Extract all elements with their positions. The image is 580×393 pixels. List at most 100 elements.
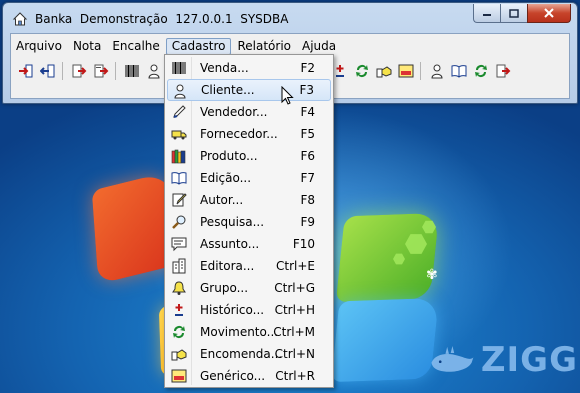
document-export-icon xyxy=(496,64,511,78)
building-icon xyxy=(171,258,187,274)
pencil-doc-icon xyxy=(171,192,187,208)
person-icon xyxy=(172,83,188,99)
title-bar[interactable]: Banka Demonstração 127.0.0.1 SYSDBA xyxy=(3,3,577,33)
speech-bubble-icon xyxy=(171,236,187,252)
mouse-cursor-icon xyxy=(281,86,294,105)
menu-item-autor[interactable]: Autor... F8 xyxy=(167,189,331,211)
windows-logo-blue-pane xyxy=(331,297,439,383)
book-icon xyxy=(451,65,467,78)
plus-minus-icon xyxy=(336,65,344,77)
maximize-button[interactable] xyxy=(500,4,527,23)
books-icon xyxy=(171,148,187,164)
menu-item-cliente[interactable]: Cliente... F3 xyxy=(167,79,331,101)
magnifier-icon xyxy=(171,214,187,230)
butterfly-icon: ✾ xyxy=(426,267,438,283)
menu-cadastro[interactable]: Cadastro xyxy=(165,38,232,55)
close-button[interactable] xyxy=(527,4,571,23)
login-icon xyxy=(19,64,33,78)
menu-item-label: Vendedor... xyxy=(200,105,268,119)
menu-item-assunto[interactable]: Assunto... F10 xyxy=(167,233,331,255)
watermark-text: ZIGG xyxy=(480,340,578,380)
menu-relatorio[interactable]: Relatório xyxy=(232,38,296,55)
window-title: Banka Demonstração 127.0.0.1 SYSDBA xyxy=(35,12,289,26)
home-icon xyxy=(12,12,28,26)
menu-item-shortcut: F2 xyxy=(300,61,315,75)
maximize-icon xyxy=(509,8,519,18)
bell-icon xyxy=(171,280,187,296)
menu-item-shortcut: F3 xyxy=(299,83,314,97)
menu-item-fornecedor[interactable]: Fornecedor... F5 xyxy=(167,123,331,145)
menu-item-vendedor[interactable]: Vendedor... F4 xyxy=(167,101,331,123)
toolbar-cliente-button[interactable] xyxy=(143,61,165,81)
menu-item-grupo[interactable]: Grupo... Ctrl+G xyxy=(167,277,331,299)
gradient-icon xyxy=(171,368,187,384)
menu-nota[interactable]: Nota xyxy=(68,38,106,55)
toolbar-person-button[interactable] xyxy=(426,61,448,81)
person-icon xyxy=(148,64,160,79)
menu-item-shortcut: F4 xyxy=(300,105,315,119)
toolbar-logout-button[interactable] xyxy=(37,61,59,81)
menu-item-label: Pesquisa... xyxy=(200,215,265,229)
gradient-icon xyxy=(398,64,414,78)
menu-item-venda[interactable]: Venda... F2 xyxy=(167,57,331,79)
menu-item-shortcut: Ctrl+R xyxy=(275,369,315,383)
pen-icon xyxy=(171,104,187,120)
menu-item-shortcut: Ctrl+G xyxy=(274,281,315,295)
menu-item-produto[interactable]: Produto... F6 xyxy=(167,145,331,167)
menu-item-edicao[interactable]: Edição... F7 xyxy=(167,167,331,189)
toolbar-generico-button[interactable] xyxy=(395,61,417,81)
toolbar-venda-button[interactable] xyxy=(121,61,143,81)
menu-item-shortcut: Ctrl+N xyxy=(274,347,315,361)
toolbar-login-button[interactable] xyxy=(15,61,37,81)
toolbar-refresh-button[interactable] xyxy=(470,61,492,81)
menu-item-shortcut: Ctrl+E xyxy=(276,259,315,273)
logout-icon xyxy=(40,64,55,78)
person-icon xyxy=(431,64,443,79)
menu-item-shortcut: Ctrl+H xyxy=(274,303,315,317)
caption-buttons xyxy=(473,4,571,23)
menu-encalhe[interactable]: Encalhe xyxy=(107,38,164,55)
menu-item-shortcut: Ctrl+M xyxy=(273,325,315,339)
refresh-icon xyxy=(171,324,187,340)
truck-icon xyxy=(171,126,187,142)
watermark: ZIGG xyxy=(428,340,578,380)
toolbar-export-button[interactable] xyxy=(68,61,90,81)
toolbar-export2-button[interactable] xyxy=(492,61,514,81)
menu-item-label: Movimento... xyxy=(200,325,279,339)
menu-item-historico[interactable]: Histórico... Ctrl+H xyxy=(167,299,331,321)
menu-item-label: Edição... xyxy=(200,171,252,185)
menu-item-pesquisa[interactable]: Pesquisa... F9 xyxy=(167,211,331,233)
menu-item-shortcut: F8 xyxy=(300,193,315,207)
menu-ajuda[interactable]: Ajuda xyxy=(297,38,341,55)
cadastro-dropdown-menu: Venda... F2 Cliente... F3 Vendedor... F4… xyxy=(164,54,334,388)
refresh-icon xyxy=(356,65,368,77)
menu-item-label: Cliente... xyxy=(201,83,255,97)
menu-item-label: Assunto... xyxy=(200,237,260,251)
menu-item-generico[interactable]: Genérico... Ctrl+R xyxy=(167,365,331,387)
menu-item-editora[interactable]: Editora... Ctrl+E xyxy=(167,255,331,277)
minimize-icon xyxy=(483,14,491,16)
handshake-icon xyxy=(171,346,187,362)
document-import-icon xyxy=(94,64,109,78)
barcode-icon xyxy=(125,65,139,77)
document-export-icon xyxy=(72,64,87,78)
toolbar-movimento-button[interactable] xyxy=(351,61,373,81)
menu-item-shortcut: F7 xyxy=(300,171,315,185)
menu-item-encomenda[interactable]: Encomenda... Ctrl+N xyxy=(167,343,331,365)
toolbar-import-button[interactable] xyxy=(90,61,112,81)
minimize-button[interactable] xyxy=(473,4,500,23)
whale-icon xyxy=(431,346,476,372)
menu-item-label: Produto... xyxy=(200,149,258,163)
menu-item-shortcut: F10 xyxy=(292,237,315,251)
menu-item-label: Genérico... xyxy=(200,369,266,383)
menu-item-label: Grupo... xyxy=(200,281,249,295)
menu-item-label: Venda... xyxy=(200,61,249,75)
menu-item-label: Histórico... xyxy=(200,303,265,317)
menu-arquivo[interactable]: Arquivo xyxy=(11,38,67,55)
barcode-icon xyxy=(171,60,187,76)
menu-item-movimento[interactable]: Movimento... Ctrl+M xyxy=(167,321,331,343)
menu-item-label: Fornecedor... xyxy=(200,127,278,141)
menu-item-label: Encomenda... xyxy=(200,347,283,361)
toolbar-book-button[interactable] xyxy=(448,61,470,81)
toolbar-encomenda-button[interactable] xyxy=(373,61,395,81)
